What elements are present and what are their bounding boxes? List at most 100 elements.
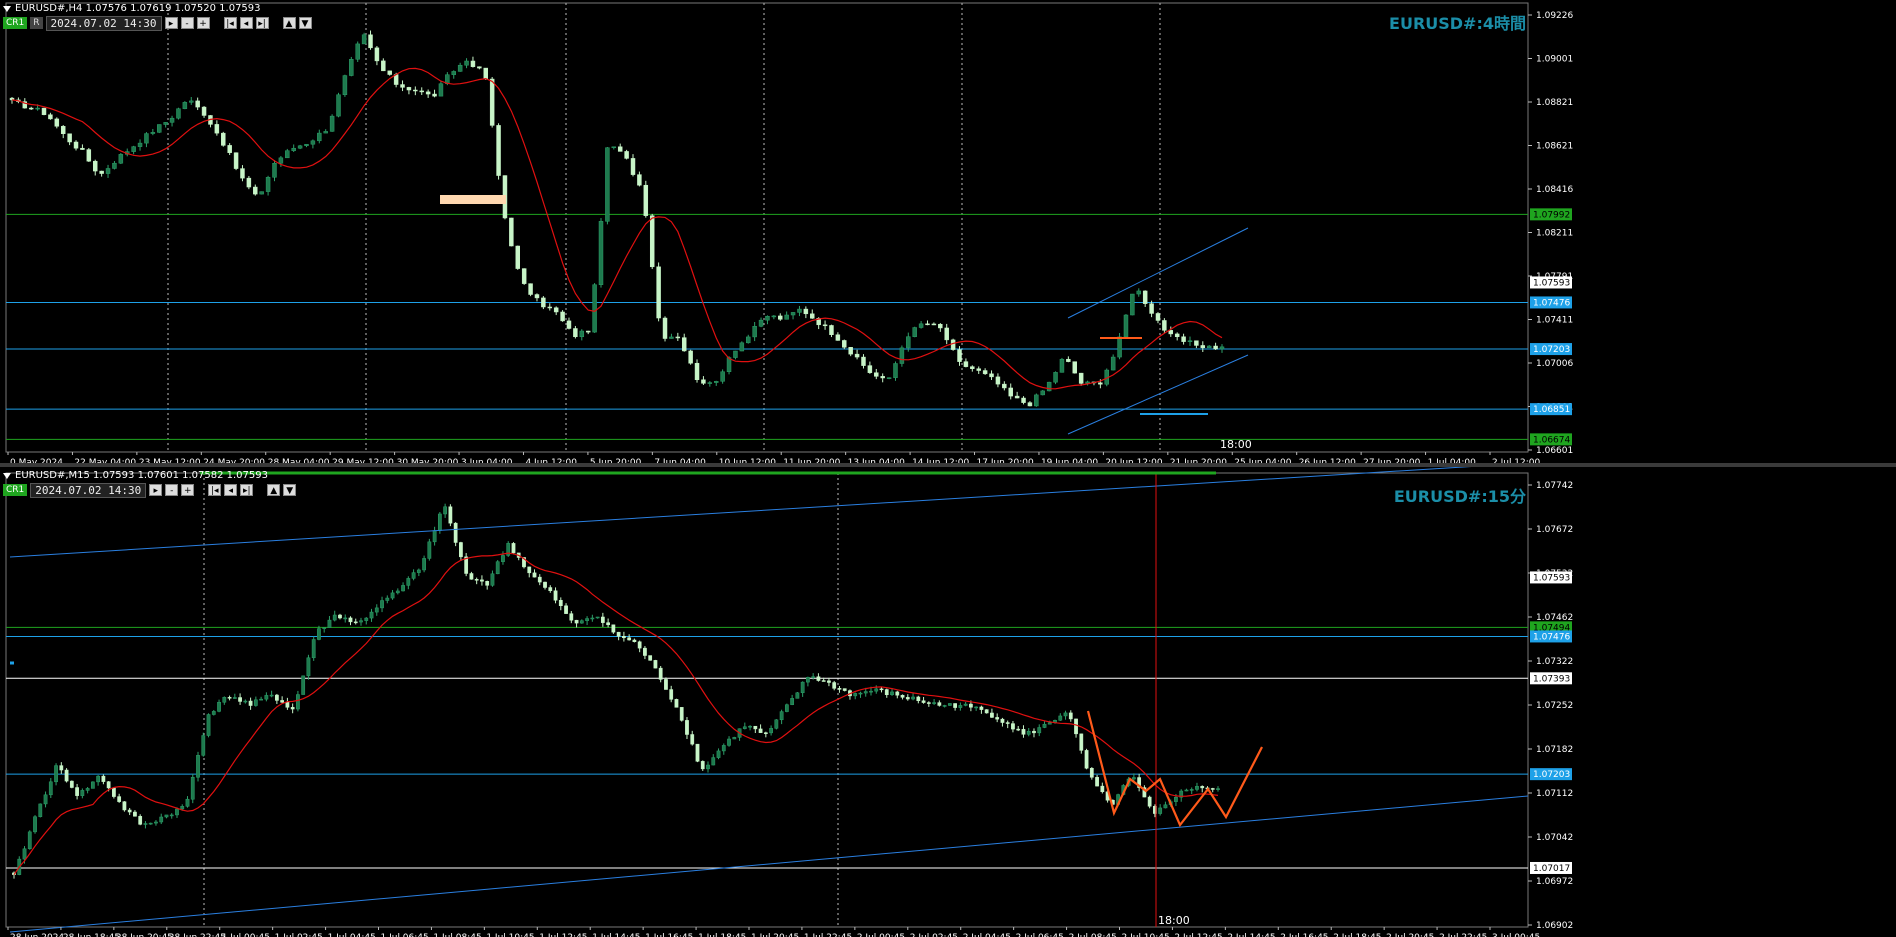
candle-body[interactable]: [543, 581, 547, 588]
candle-body[interactable]: [509, 217, 514, 247]
candle-body[interactable]: [837, 688, 842, 690]
candle-body[interactable]: [880, 376, 885, 379]
candle-body[interactable]: [753, 725, 758, 730]
candle-body[interactable]: [201, 106, 207, 116]
candle-body[interactable]: [464, 60, 469, 66]
candle-body[interactable]: [253, 186, 258, 195]
candle-body[interactable]: [169, 814, 174, 817]
candle-body[interactable]: [853, 693, 858, 697]
m15-chart-pane[interactable]: 1.077421.076721.075321.074621.073221.072…: [0, 467, 1896, 937]
candle-body[interactable]: [900, 694, 905, 698]
candle-body[interactable]: [688, 350, 693, 364]
candle-body[interactable]: [669, 336, 674, 339]
candle-body[interactable]: [606, 622, 610, 626]
candle-body[interactable]: [112, 162, 117, 169]
candle-body[interactable]: [1195, 786, 1199, 790]
candle-body[interactable]: [33, 816, 37, 833]
candle-body[interactable]: [1068, 712, 1073, 720]
candle-body[interactable]: [763, 732, 768, 734]
skip-forward-icon[interactable]: ▸|: [240, 484, 254, 496]
candle-body[interactable]: [342, 75, 348, 96]
candle-body[interactable]: [432, 93, 437, 97]
candle-body[interactable]: [214, 124, 220, 134]
candle-body[interactable]: [1059, 358, 1065, 373]
candle-body[interactable]: [662, 317, 668, 339]
candle-body[interactable]: [1063, 712, 1068, 717]
candle-body[interactable]: [821, 680, 826, 682]
play-forward-icon[interactable]: ▸: [149, 484, 163, 496]
candle-body[interactable]: [669, 689, 674, 700]
candle-body[interactable]: [248, 700, 253, 706]
candle-body[interactable]: [1008, 387, 1013, 397]
candle-body[interactable]: [681, 337, 687, 352]
candle-body[interactable]: [732, 737, 737, 740]
candle-body[interactable]: [534, 294, 540, 299]
candle-body[interactable]: [175, 808, 179, 816]
candle-body[interactable]: [720, 371, 725, 382]
candle-body[interactable]: [911, 696, 915, 700]
candle-body[interactable]: [931, 323, 937, 326]
candle-body[interactable]: [338, 614, 342, 619]
candle-body[interactable]: [217, 701, 221, 712]
candle-body[interactable]: [1210, 788, 1215, 790]
candle-body[interactable]: [400, 84, 405, 88]
candle-body[interactable]: [574, 619, 579, 624]
minus-icon[interactable]: -: [165, 484, 179, 496]
candle-body[interactable]: [950, 339, 956, 350]
candle-body[interactable]: [304, 143, 309, 147]
candle-body[interactable]: [982, 370, 988, 375]
candle-body[interactable]: [453, 522, 458, 543]
candle-body[interactable]: [1219, 346, 1225, 350]
candle-body[interactable]: [622, 636, 626, 638]
candle-body[interactable]: [157, 124, 162, 133]
candle-body[interactable]: [800, 681, 805, 694]
candle-body[interactable]: [150, 132, 156, 134]
step-back-icon[interactable]: ◂: [239, 17, 253, 29]
candle-body[interactable]: [105, 168, 111, 174]
candle-body[interactable]: [816, 676, 821, 681]
candle-body[interactable]: [685, 720, 689, 735]
candle-body[interactable]: [54, 765, 58, 783]
candle-body[interactable]: [806, 677, 810, 683]
candle-body[interactable]: [637, 174, 642, 186]
candle-body[interactable]: [695, 743, 700, 762]
candle-body[interactable]: [511, 543, 516, 554]
skip-back-icon[interactable]: |◂: [208, 484, 222, 496]
candle-body[interactable]: [869, 690, 873, 693]
candle-body[interactable]: [96, 775, 101, 783]
candle-body[interactable]: [317, 132, 322, 142]
candle-body[interactable]: [653, 660, 658, 669]
candle-body[interactable]: [419, 90, 424, 93]
candle-body[interactable]: [422, 558, 426, 571]
candle-body[interactable]: [80, 790, 85, 796]
candle-body[interactable]: [278, 157, 284, 164]
candle-body[interactable]: [180, 806, 185, 810]
candle-body[interactable]: [480, 579, 484, 582]
candle-body[interactable]: [779, 711, 784, 721]
candle-body[interactable]: [937, 702, 942, 706]
candle-body[interactable]: [1158, 807, 1163, 814]
candle-body[interactable]: [989, 373, 994, 378]
candle-body[interactable]: [886, 377, 892, 379]
candle-body[interactable]: [832, 682, 837, 689]
candle-body[interactable]: [238, 697, 242, 702]
candle-body[interactable]: [976, 368, 981, 371]
candle-body[interactable]: [275, 694, 279, 701]
candle-body[interactable]: [112, 787, 116, 797]
candle-body[interactable]: [43, 794, 48, 805]
candle-body[interactable]: [569, 613, 574, 621]
candle-body[interactable]: [906, 336, 911, 349]
candle-body[interactable]: [387, 70, 392, 75]
candle-body[interactable]: [501, 555, 505, 562]
candle-body[interactable]: [233, 152, 239, 169]
candle-body[interactable]: [143, 823, 148, 825]
candle-body[interactable]: [858, 692, 863, 695]
candle-body[interactable]: [285, 150, 290, 159]
candle-body[interactable]: [206, 714, 211, 736]
candle-body[interactable]: [35, 107, 40, 110]
candle-body[interactable]: [515, 245, 521, 269]
play-forward-icon[interactable]: ▸: [164, 17, 178, 29]
candle-body[interactable]: [290, 707, 295, 710]
highlight-rectangle[interactable]: [440, 195, 506, 204]
candle-body[interactable]: [348, 617, 353, 623]
